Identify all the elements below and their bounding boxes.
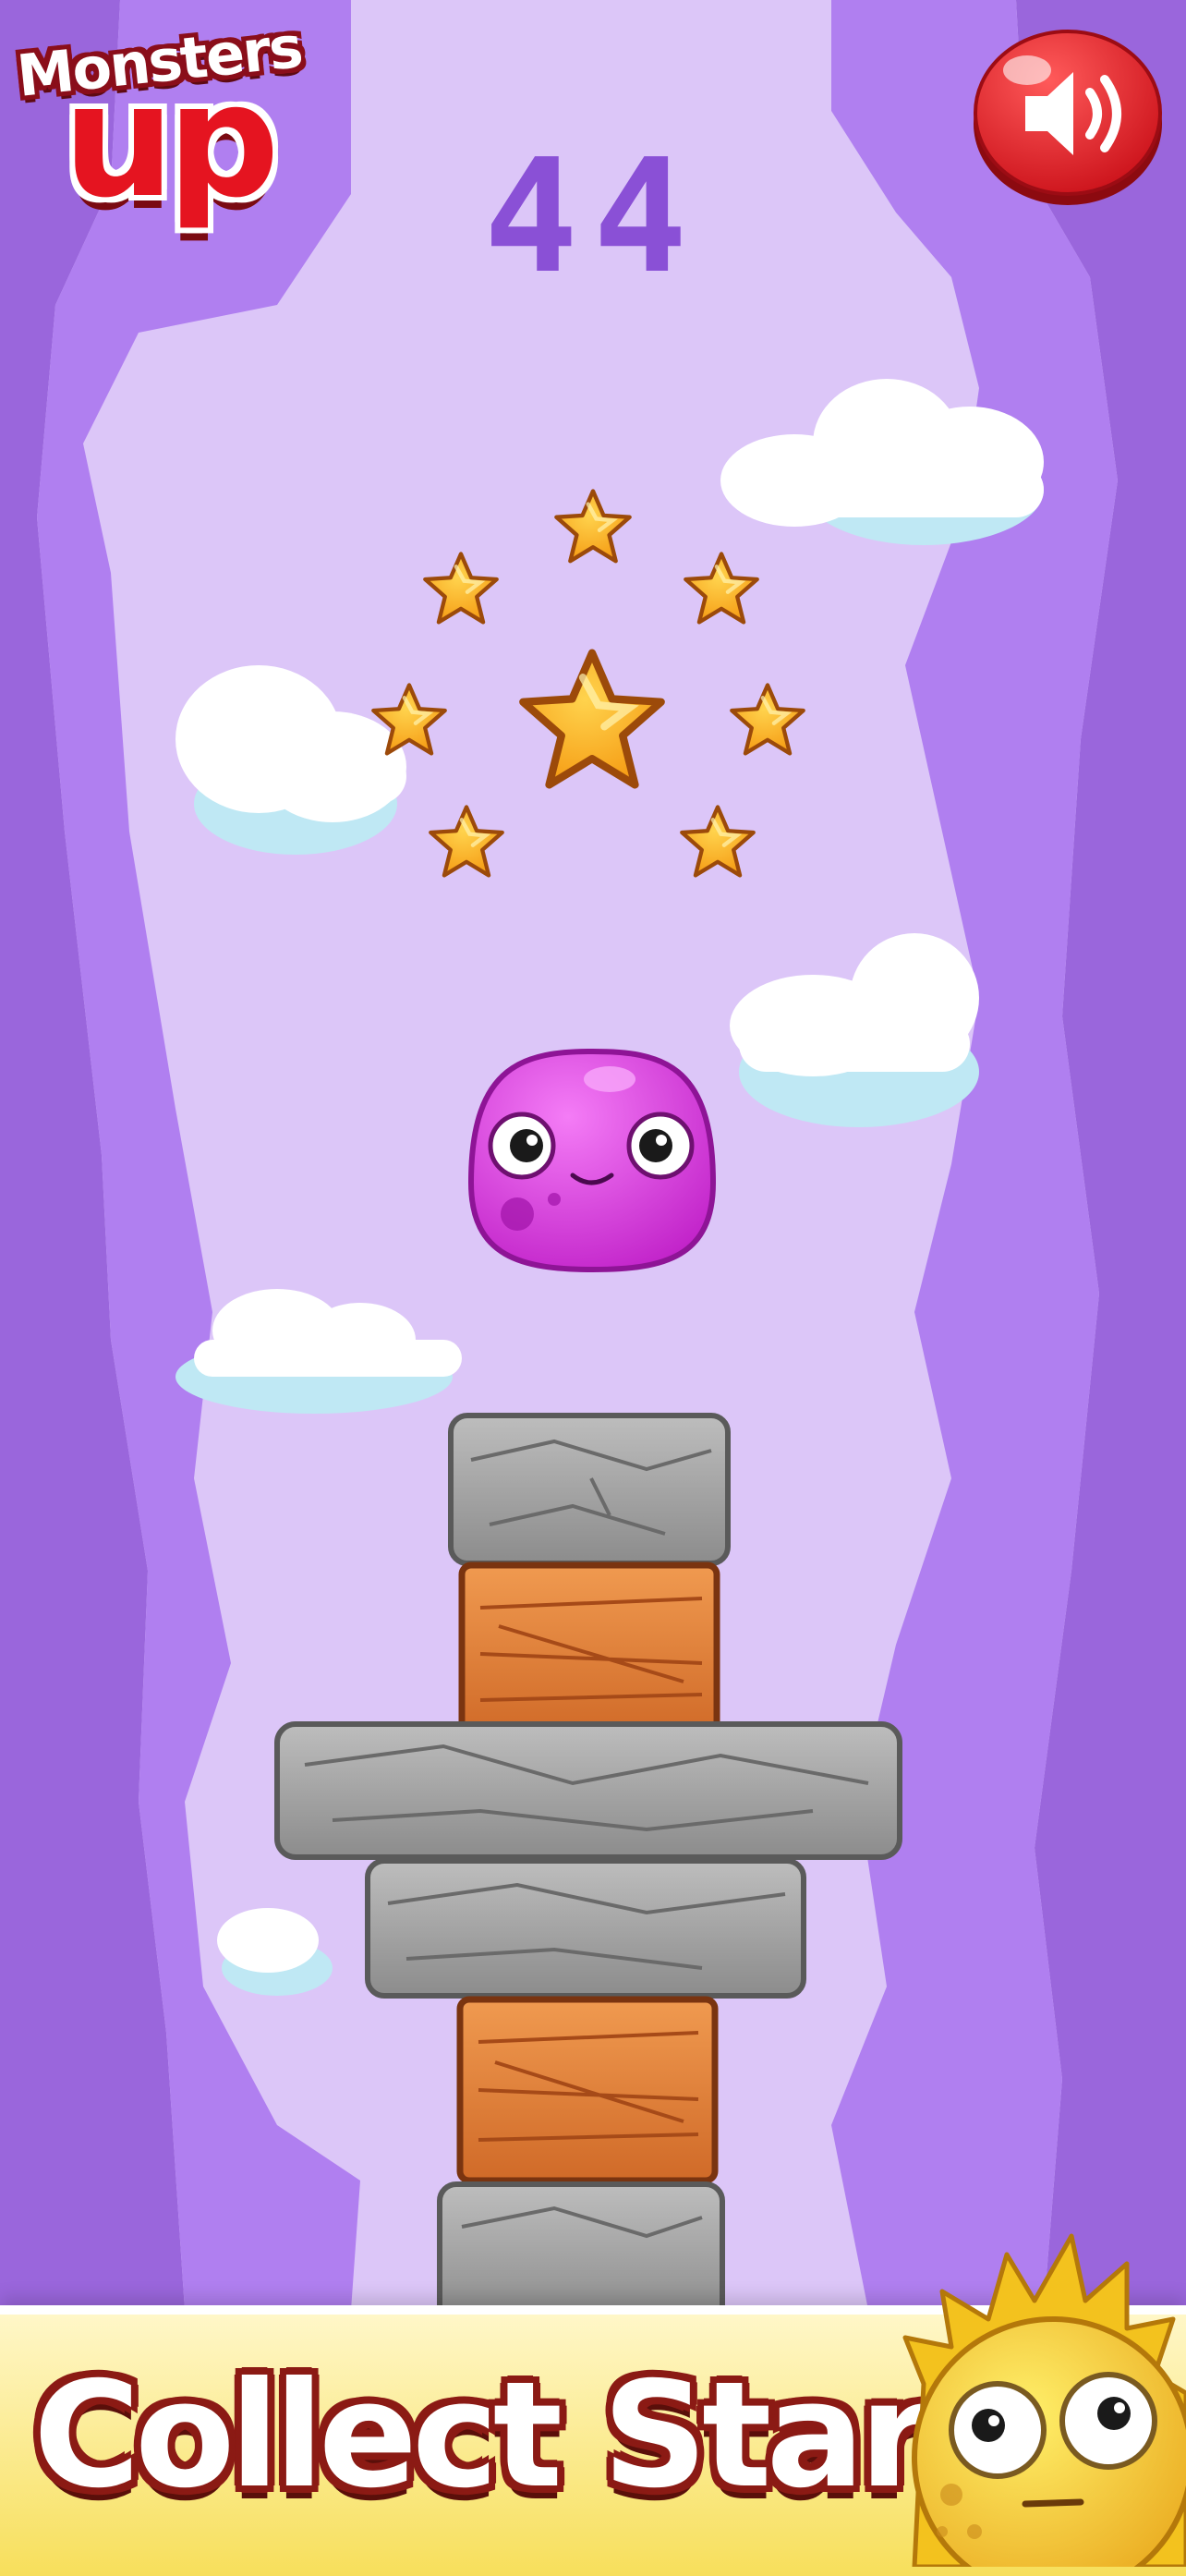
banner-caption: Collect Stars [33,2351,1012,2521]
wood-block [458,1561,720,1739]
logo-word-up: up [63,50,280,233]
score-counter: 44 [483,126,703,309]
pink-slime-player [467,1048,717,1273]
sound-toggle-button[interactable] [970,24,1166,209]
stone-block [448,1413,731,1566]
wood-block [456,1996,719,2184]
stone-block [437,2181,725,2326]
stone-block-wide [274,1721,902,1860]
game-logo: Monsters up [14,13,331,240]
yellow-spiky-monster [902,2233,1186,2567]
stone-block [365,1858,806,1999]
game-scene [0,0,1186,2567]
speaker-volume-icon [974,30,1162,205]
